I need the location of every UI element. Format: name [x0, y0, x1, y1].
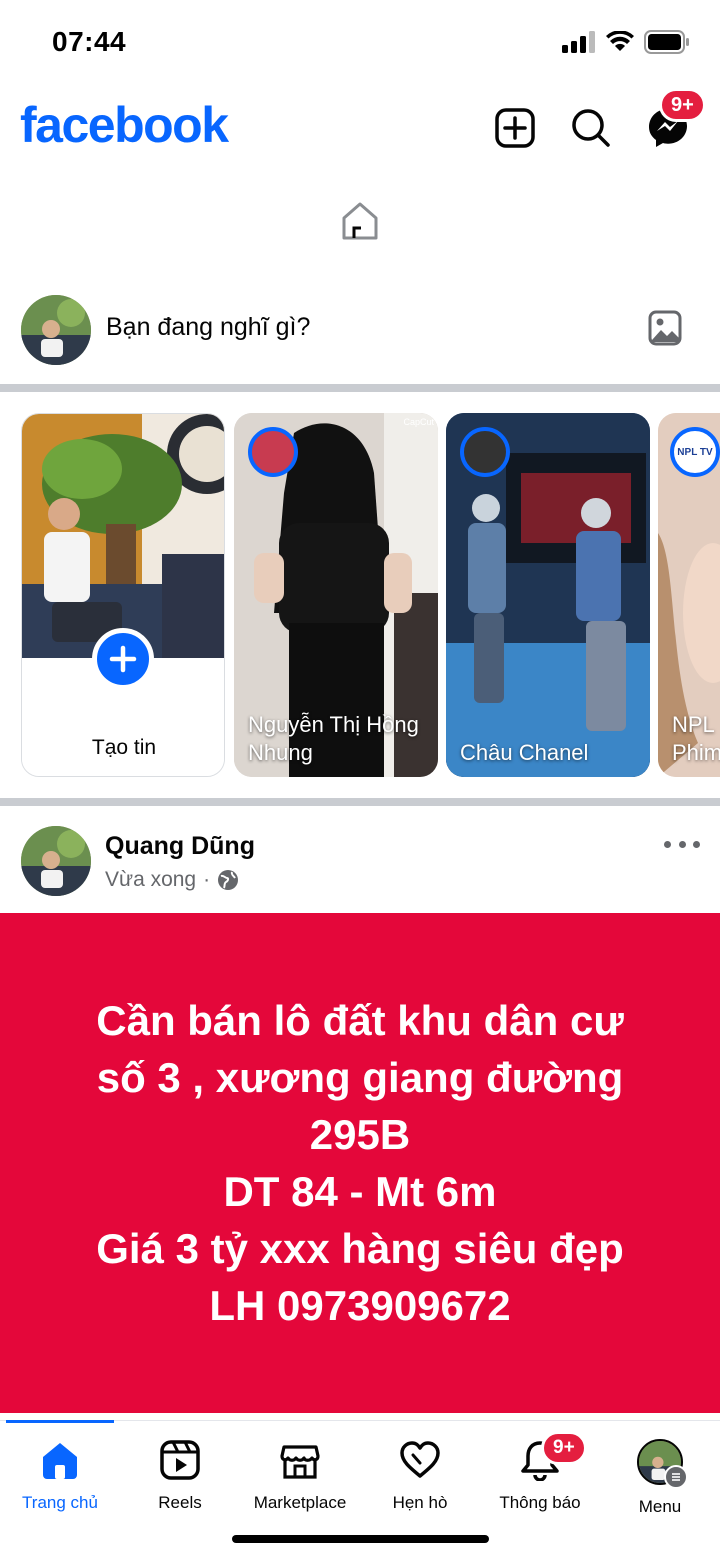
post-time: Vừa xong — [105, 868, 197, 891]
post-text-line: 295B — [309, 1111, 411, 1158]
facebook-logo[interactable]: facebook — [20, 96, 229, 154]
system-home-bar[interactable] — [232, 1535, 489, 1543]
divider — [0, 384, 720, 392]
post-text-line: số 3 , xương giang đường — [96, 1054, 624, 1101]
divider — [0, 798, 720, 806]
composer-input[interactable]: Bạn đang nghĩ gì? — [106, 313, 310, 342]
notification-badge: 9+ — [541, 1431, 587, 1465]
wifi-icon — [606, 31, 634, 51]
nav-menu[interactable]: Menu — [600, 1439, 720, 1517]
nav-active-indicator — [6, 1420, 114, 1423]
create-story-photo — [22, 414, 224, 658]
add-story-button[interactable] — [92, 628, 154, 690]
post-text: Cần bán lô đất khu dân cư số 3 , xương g… — [96, 992, 624, 1334]
nav-reels[interactable]: Reels — [120, 1439, 240, 1513]
nav-label: Reels — [158, 1493, 202, 1512]
story-avatar — [460, 427, 510, 477]
nav-home[interactable]: Trang chủ — [0, 1439, 120, 1513]
dot — [693, 840, 700, 848]
nav-marketplace[interactable]: Marketplace — [240, 1439, 360, 1513]
home-icon — [43, 1443, 77, 1479]
story-name: Nguyễn Thị Hồng Nhung — [248, 712, 419, 765]
dot — [678, 840, 686, 848]
story-create[interactable]: Tạo tin — [21, 413, 225, 777]
post-content[interactable]: Cần bán lô đất khu dân cư số 3 , xương g… — [0, 913, 720, 1413]
status-time: 07:44 — [52, 26, 127, 57]
story-name: Châu Chanel — [460, 740, 589, 765]
post-text-line: LH 0973909672 — [209, 1282, 511, 1329]
nav-label: Marketplace — [253, 1493, 347, 1512]
search-icon — [572, 109, 610, 147]
nav-label: Menu — [638, 1497, 682, 1516]
photo-upload-button[interactable] — [648, 310, 682, 346]
user-avatar[interactable] — [21, 295, 91, 365]
menu-hamburger-icon — [664, 1465, 688, 1489]
nav-dating[interactable]: Hẹn hò — [360, 1439, 480, 1513]
signal-icon — [562, 31, 595, 53]
battery-icon — [644, 30, 689, 54]
heart-icon — [400, 1441, 440, 1478]
status-icons — [562, 30, 690, 54]
post-meta: Vừa xong · — [105, 868, 239, 892]
story-avatar: NPL TV — [670, 427, 720, 477]
dot — [664, 840, 671, 848]
post-author-name[interactable]: Quang Dũng — [105, 832, 255, 861]
capcut-tag: CapCut — [403, 417, 434, 427]
nav-label: Thông báo — [499, 1493, 581, 1512]
story-card[interactable]: NPL TV NPL Phim — [658, 413, 720, 777]
story-label: Tạo tin — [91, 736, 157, 759]
plus-icon — [109, 645, 137, 673]
post-text-line: Cần bán lô đất khu dân cư — [96, 997, 624, 1044]
messenger-badge: 9+ — [659, 88, 706, 122]
create-post-button[interactable] — [491, 104, 539, 152]
marketplace-icon — [280, 1445, 320, 1479]
nav-label: Hẹn hò — [392, 1493, 448, 1512]
photo-icon — [648, 310, 682, 346]
feed-home-icon — [337, 198, 383, 244]
post-text-line: DT 84 - Mt 6m — [223, 1168, 497, 1215]
reels-icon — [160, 1440, 200, 1480]
story-avatar — [248, 427, 298, 477]
post-author-avatar[interactable] — [21, 826, 91, 896]
search-button[interactable] — [567, 104, 615, 152]
post-options-button[interactable] — [664, 832, 700, 856]
post-text-line: Giá 3 tỷ xxx hàng siêu đẹp — [96, 1225, 624, 1272]
plus-square-icon — [495, 108, 535, 148]
story-card[interactable]: Châu Chanel — [446, 413, 650, 777]
story-name: NPL Phim — [672, 712, 720, 765]
globe-icon — [218, 870, 239, 890]
nav-label: Trang chủ — [22, 1493, 98, 1512]
meta-separator: · — [203, 868, 211, 891]
story-card[interactable]: CapCut Nguyễn Thị Hồng Nhung — [234, 413, 438, 777]
